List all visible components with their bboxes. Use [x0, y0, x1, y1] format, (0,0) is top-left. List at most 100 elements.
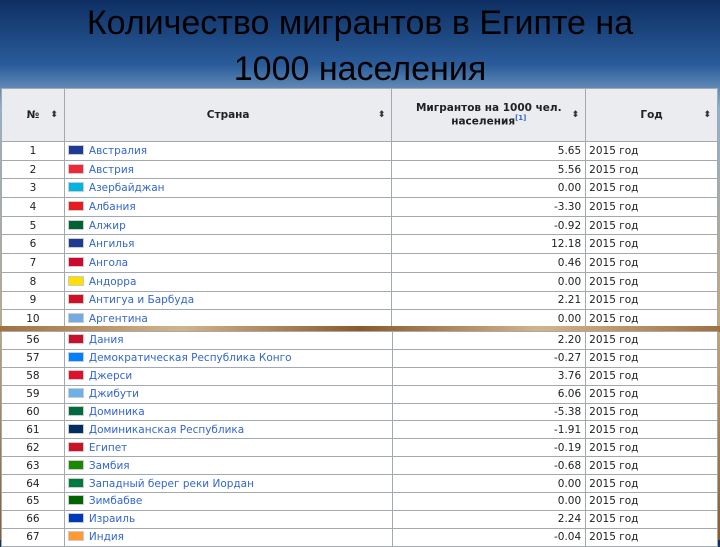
row-number: 56 — [1, 331, 65, 350]
year-cell: 2015 год — [585, 234, 718, 255]
row-number: 6 — [1, 234, 65, 255]
table-row: 61 Доминиканская Республика -1.91 2015 год — [1, 420, 718, 440]
header-year-label: Год — [640, 109, 663, 121]
flag-icon — [67, 144, 84, 155]
table-row: 64 Западный берег реки Иордан 0.00 2015 год — [1, 474, 718, 494]
country-link[interactable]: Антигуа и Барбуда — [89, 294, 194, 306]
flag-icon — [67, 275, 84, 286]
sort-icon[interactable]: ⬍ — [703, 110, 711, 120]
row-number: 2 — [1, 159, 65, 180]
country-cell: Демократическая Республика Конго — [63, 348, 393, 368]
table-row: 1 Австралия 5.65 2015 год — [1, 141, 718, 161]
country-link[interactable]: Ангола — [89, 257, 128, 269]
year-cell: 2015 год — [585, 290, 718, 311]
migrants-value: 2.20 — [391, 331, 587, 350]
country-link[interactable]: Доминика — [89, 406, 145, 418]
flag-icon — [67, 163, 84, 174]
country-link[interactable]: Аргентина — [89, 313, 148, 325]
country-link[interactable]: Азербайджан — [89, 182, 165, 194]
country-cell: Джибути — [63, 384, 393, 404]
country-link[interactable]: Австралия — [89, 145, 147, 157]
table-row: 7 Ангола 0.46 2015 год — [1, 253, 718, 273]
country-link[interactable]: Замбия — [89, 460, 130, 472]
country-link[interactable]: Демократическая Республика Конго — [89, 352, 292, 364]
table-row: 62 Египет -0.19 2015 год — [1, 438, 718, 458]
row-number: 58 — [1, 366, 65, 386]
country-link[interactable]: Дания — [89, 334, 124, 346]
row-number: 60 — [1, 402, 65, 422]
sort-icon[interactable]: ⬍ — [572, 110, 580, 120]
country-link[interactable]: Египет — [89, 442, 127, 454]
row-number: 7 — [1, 253, 65, 273]
country-cell: Доминика — [63, 402, 393, 422]
table-row: 2 Австрия 5.56 2015 год — [1, 159, 718, 180]
flag-icon — [67, 219, 84, 230]
row-number: 5 — [1, 215, 65, 236]
country-cell: Западный берег реки Иордан — [63, 474, 393, 494]
year-cell: 2015 год — [585, 384, 718, 404]
migrants-value: -0.27 — [391, 348, 587, 368]
year-cell: 2015 год — [585, 253, 718, 273]
row-number: 8 — [1, 271, 65, 292]
country-cell: Австрия — [63, 159, 393, 180]
migrants-table-top: № ⬍ Страна ⬍ Мигрантов на 1000 чел. насе… — [1, 88, 718, 329]
header-num[interactable]: № ⬍ — [1, 88, 65, 142]
flag-icon — [67, 352, 84, 363]
row-number: 9 — [1, 290, 65, 311]
header-country[interactable]: Страна ⬍ — [63, 88, 393, 142]
flag-icon — [67, 334, 84, 345]
flag-icon — [67, 313, 84, 324]
country-link[interactable]: Доминиканская Республика — [89, 424, 244, 436]
table-row: 65 Зимбабве 0.00 2015 год — [1, 492, 718, 511]
country-link[interactable]: Джибути — [89, 388, 139, 400]
country-cell: Австралия — [63, 141, 393, 161]
row-number: 57 — [1, 348, 65, 368]
country-link[interactable]: Алжир — [89, 220, 126, 232]
country-link[interactable]: Андорра — [89, 276, 137, 288]
table-row: 63 Замбия -0.68 2015 год — [1, 456, 718, 476]
header-num-label: № — [26, 109, 40, 121]
flag-icon — [67, 477, 84, 488]
table-row: 4 Албания -3.30 2015 год — [1, 197, 718, 217]
country-cell: Алжир — [63, 215, 393, 236]
row-number: 63 — [1, 456, 65, 476]
sort-icon[interactable]: ⬍ — [50, 110, 58, 120]
table-row: 67 Индия -0.04 2015 год — [1, 527, 718, 547]
country-link[interactable]: Израиль — [89, 513, 135, 525]
country-cell: Албания — [63, 197, 393, 217]
reference-link[interactable]: [1] — [515, 114, 526, 122]
flag-icon — [67, 459, 84, 470]
migrants-value: 2.21 — [391, 290, 587, 311]
country-link[interactable]: Индия — [89, 531, 124, 543]
migrants-value: 6.06 — [391, 384, 587, 404]
flag-icon — [67, 200, 84, 211]
country-link[interactable]: Зимбабве — [89, 495, 143, 507]
header-year[interactable]: Год ⬍ — [585, 88, 718, 142]
slide-title-line1: Количество мигрантов в Египте на — [86, 4, 634, 42]
country-cell: Антигуа и Барбуда — [63, 290, 393, 311]
row-number: 65 — [1, 492, 65, 511]
migrants-value: 0.00 — [391, 178, 587, 199]
row-number: 67 — [1, 527, 65, 547]
country-link[interactable]: Ангилья — [89, 238, 135, 250]
country-link[interactable]: Австрия — [89, 164, 134, 176]
header-migrants-label: Мигрантов на 1000 чел. населения — [415, 102, 562, 128]
country-cell: Ангола — [63, 253, 393, 273]
country-link[interactable]: Западный берег реки Иордан — [89, 478, 254, 490]
migrants-value: -0.68 — [391, 456, 587, 476]
table-row: 66 Израиль 2.24 2015 год — [1, 509, 718, 529]
header-migrants[interactable]: Мигрантов на 1000 чел. населения[1] ⬍ — [391, 88, 587, 142]
country-cell: Азербайджан — [63, 178, 393, 199]
flag-icon — [67, 182, 84, 193]
migrants-value: -1.91 — [391, 420, 587, 440]
flag-icon — [67, 406, 84, 416]
year-cell: 2015 год — [585, 492, 718, 511]
country-link[interactable]: Албания — [89, 201, 136, 213]
sort-icon[interactable]: ⬍ — [378, 110, 386, 120]
migrants-table-bottom: 56 Дания 2.20 2015 год 57 Демократическая Рес… — [1, 331, 718, 547]
country-link[interactable]: Джерси — [89, 370, 132, 382]
row-number: 3 — [1, 178, 65, 199]
migrants-value: 5.65 — [391, 141, 587, 161]
country-cell: Израиль — [63, 509, 393, 529]
migrants-value: 0.00 — [391, 492, 587, 511]
